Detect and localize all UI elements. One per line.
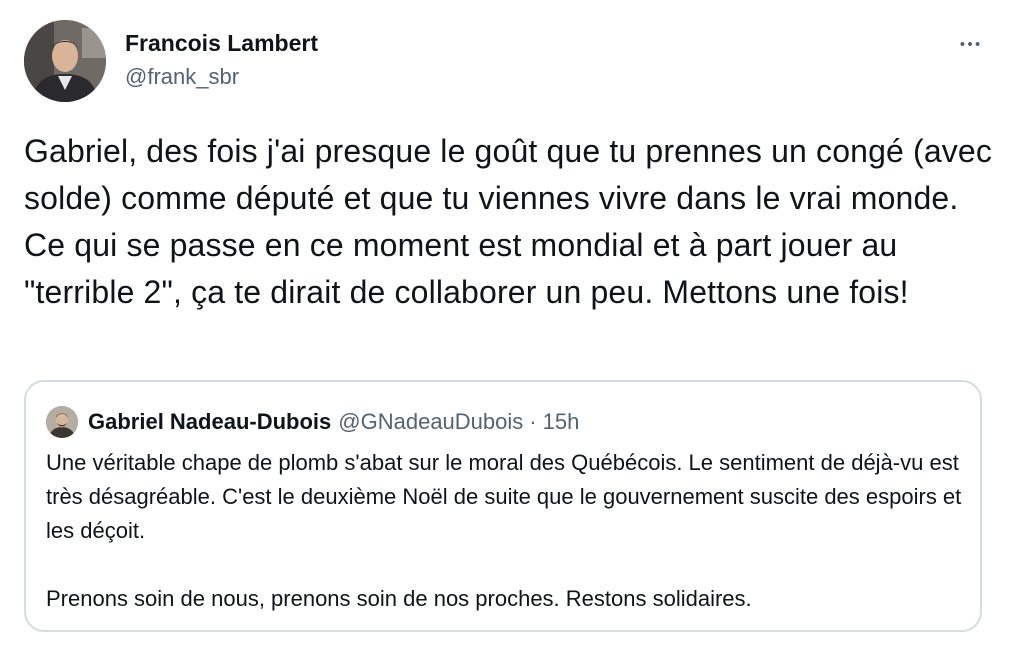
author-handle[interactable]: @frank_sbr xyxy=(125,64,239,90)
quoted-tweet-text: Une véritable chape de plomb s'abat sur … xyxy=(46,446,966,616)
quoted-separator: · xyxy=(529,409,537,434)
quoted-tweet[interactable]: Gabriel Nadeau-Dubois @GNadeauDubois · 1… xyxy=(24,380,982,632)
quoted-paragraph: Une véritable chape de plomb s'abat sur … xyxy=(46,450,962,543)
author-name[interactable]: Francois Lambert xyxy=(125,30,318,57)
author-avatar-image xyxy=(24,20,106,102)
quoted-tweet-header: Gabriel Nadeau-Dubois @GNadeauDubois · 1… xyxy=(88,406,579,438)
author-avatar[interactable] xyxy=(24,20,106,102)
quoted-author-name[interactable]: Gabriel Nadeau-Dubois xyxy=(88,409,331,435)
more-horizontal-icon xyxy=(960,42,980,46)
quoted-author-avatar-image xyxy=(46,406,78,438)
quoted-paragraph: Prenons soin de nous, prenons soin de no… xyxy=(46,586,752,611)
quoted-timestamp[interactable]: 15h xyxy=(543,409,580,435)
quoted-author-avatar[interactable] xyxy=(46,406,78,438)
more-options-button[interactable] xyxy=(950,24,990,64)
quoted-author-handle[interactable]: @GNadeauDubois xyxy=(338,409,523,435)
tweet-text: Gabriel, des fois j'ai presque le goût q… xyxy=(24,133,993,310)
tweet: Francois Lambert @frank_sbr Gabriel, des… xyxy=(0,0,1020,650)
